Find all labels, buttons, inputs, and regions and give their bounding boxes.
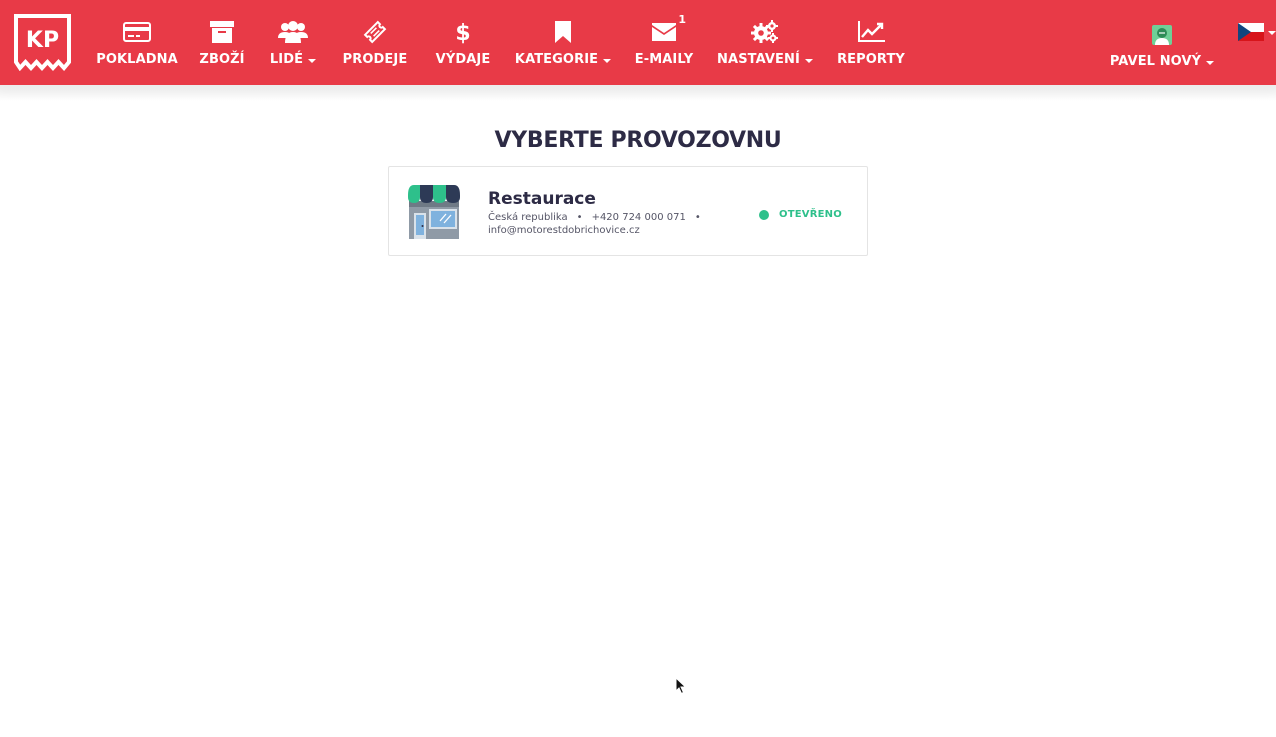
nav-label-zbozi: ZBOŽÍ [199, 52, 245, 67]
store-email: info@motorestdobrichovice.cz [488, 225, 640, 236]
nav-label-reporty: REPORTY [837, 52, 905, 67]
nav-label-emaily: E-MAILY [634, 52, 694, 67]
nav-vydaje[interactable]: $ VÝDAJE [434, 0, 492, 85]
page-title: VYBERTE PROVOZOVNU [494, 128, 782, 153]
mouse-cursor-icon [675, 676, 687, 695]
chevron-down-icon [308, 58, 317, 63]
nav-pokladna[interactable]: POKLADNA [96, 0, 178, 85]
nav-label-kategorie: KATEGORIE [514, 52, 599, 67]
nav-label-pokladna: POKLADNA [96, 52, 178, 67]
chevron-down-icon [804, 58, 813, 63]
nav-nastaveni[interactable]: NASTAVENÍ [717, 0, 813, 85]
chevron-down-icon [1268, 31, 1276, 35]
nav-label-prodeje: PRODEJE [342, 52, 408, 67]
nav-label-nastaveni: NASTAVENÍ [717, 52, 800, 67]
envelope-icon: 1 [652, 13, 686, 45]
user-name: PAVEL NOVÝ [1109, 54, 1202, 69]
store-phone: +420 724 000 071 [591, 212, 686, 223]
users-icon [278, 19, 308, 45]
czech-flag-icon [1238, 23, 1264, 41]
dollar-icon: $ [455, 19, 471, 45]
nav-label-vydaje: VÝDAJE [435, 52, 491, 67]
archive-box-icon [210, 19, 234, 45]
separator-dot: • [694, 212, 701, 223]
store-details: Česká republika • +420 724 000 071 • info@m… [488, 211, 713, 237]
kp-logo[interactable]: KP [14, 14, 71, 72]
store-card[interactable]: Restaurace Česká republika • +420 724 000 … [388, 166, 868, 256]
nav-label-lide: LIDÉ [269, 52, 304, 67]
status-label: OTEVŘENO [779, 209, 842, 220]
nav-kategorie[interactable]: KATEGORIE [514, 0, 612, 85]
nav-prodeje[interactable]: PRODEJE [342, 0, 408, 85]
navbar-shadow [0, 85, 1276, 101]
ticket-icon [363, 19, 387, 45]
nav-lide[interactable]: LIDÉ [268, 0, 318, 85]
nav-zbozi[interactable]: ZBOŽÍ [199, 0, 245, 85]
email-count-badge: 1 [678, 13, 686, 26]
store-name: Restaurace [488, 189, 596, 209]
status-dot-icon [759, 209, 769, 220]
language-selector[interactable] [1238, 23, 1276, 41]
nav-reporty[interactable]: REPORTY [837, 0, 905, 85]
separator-dot: • [576, 212, 583, 223]
gears-icon [751, 19, 779, 45]
storefront-icon [406, 183, 462, 241]
store-status: OTEVŘENO [759, 209, 842, 220]
user-menu[interactable]: PAVEL NOVÝ [1108, 0, 1216, 85]
user-avatar-icon [1152, 22, 1172, 48]
nav-emaily[interactable]: 1 E-MAILY [634, 0, 694, 85]
logo-text: KP [26, 28, 59, 53]
svg-text:$: $ [455, 21, 470, 45]
chevron-down-icon [1206, 60, 1215, 65]
store-country: Česká republika [488, 212, 568, 223]
credit-card-icon [123, 19, 151, 45]
chevron-down-icon [603, 58, 612, 63]
bookmark-icon [554, 19, 572, 45]
line-chart-icon [857, 19, 885, 45]
top-navbar: KP POKLADNA ZBOŽÍ LIDÉ PRODEJE $ VÝDAJE … [0, 0, 1276, 85]
